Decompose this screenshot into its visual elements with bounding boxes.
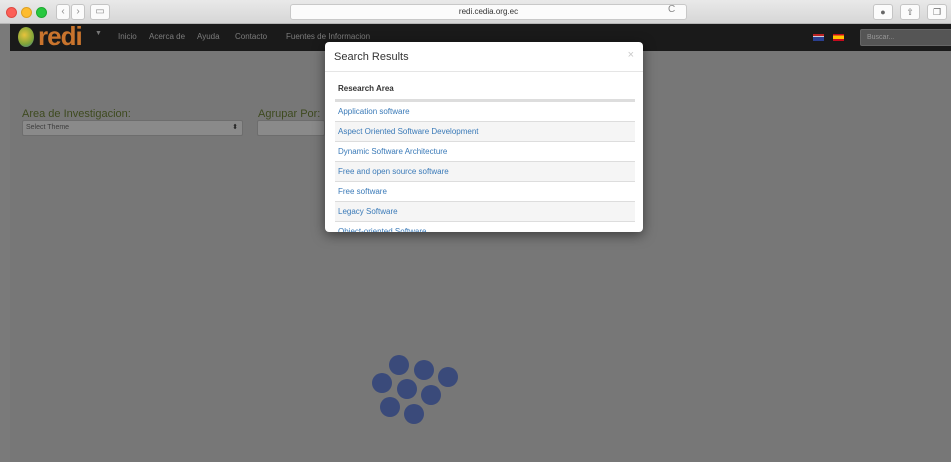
table-row[interactable]: Dynamic Software Architecture: [335, 141, 635, 161]
spinner-dot: [380, 397, 400, 417]
modal-title: Search Results: [334, 51, 409, 63]
spinner-dot: [397, 379, 417, 399]
download-icon[interactable]: ●: [873, 4, 893, 20]
group-label: Agrupar Por:: [258, 108, 321, 120]
search-input[interactable]: Buscar...: [860, 29, 951, 46]
modal-header: Search Results ×: [325, 42, 643, 72]
area-label: Area de Investigacion:: [22, 108, 131, 120]
column-header-research-area: Research Area: [335, 84, 635, 101]
area-select-value: Select Theme: [26, 124, 70, 131]
table-row[interactable]: Free software: [335, 181, 635, 201]
zoom-window-button[interactable]: [36, 7, 47, 18]
spanish-flag-icon[interactable]: [833, 34, 844, 41]
minimize-window-button[interactable]: [21, 7, 32, 18]
table-row[interactable]: Aspect Oriented Software Development: [335, 121, 635, 141]
table-row[interactable]: Object-oriented Software: [335, 221, 635, 232]
nav-fuentes[interactable]: Fuentes de Informacion: [286, 32, 370, 41]
table-row[interactable]: Legacy Software: [335, 201, 635, 221]
spinner-dot: [438, 367, 458, 387]
spinner-dot: [372, 373, 392, 393]
logo-text: redi: [38, 21, 83, 51]
spinner-dot: [404, 404, 424, 424]
nav-contacto[interactable]: Contacto: [235, 32, 267, 41]
close-icon[interactable]: ×: [628, 49, 634, 61]
table-row[interactable]: Application software: [335, 101, 635, 121]
forward-button[interactable]: ›: [71, 4, 85, 20]
nav-inicio[interactable]: Inicio: [118, 32, 137, 41]
browser-toolbar: ‹ › ▭ redi.cedia.org.ec C ● ⇧ ❐: [0, 0, 951, 24]
address-bar[interactable]: redi.cedia.org.ec: [290, 4, 687, 20]
spinner-dot: [414, 360, 434, 380]
english-flag-icon[interactable]: [813, 34, 824, 41]
close-window-button[interactable]: [6, 7, 17, 18]
spinner-dot: [421, 385, 441, 405]
table-row[interactable]: Free and open source software: [335, 161, 635, 181]
area-select[interactable]: Select Theme ⬍: [22, 120, 243, 136]
back-button[interactable]: ‹: [56, 4, 70, 20]
logo-caret-icon[interactable]: ▼: [95, 30, 102, 37]
group-select[interactable]: [257, 120, 325, 136]
nav-acerca-de[interactable]: Acerca de: [149, 32, 185, 41]
results-table[interactable]: Research Area Application software Aspec…: [335, 72, 635, 232]
tabs-icon[interactable]: ❐: [927, 4, 947, 20]
nav-ayuda[interactable]: Ayuda: [197, 32, 220, 41]
sidebar-toggle-icon[interactable]: ▭: [90, 4, 110, 20]
spinner-dot: [389, 355, 409, 375]
reload-icon[interactable]: C: [668, 4, 675, 15]
search-results-modal: Search Results × Research Area Applicati…: [325, 42, 643, 232]
share-icon[interactable]: ⇧: [900, 4, 920, 20]
logo-mark-icon: [18, 27, 34, 47]
select-arrow-icon: ⬍: [232, 124, 238, 131]
